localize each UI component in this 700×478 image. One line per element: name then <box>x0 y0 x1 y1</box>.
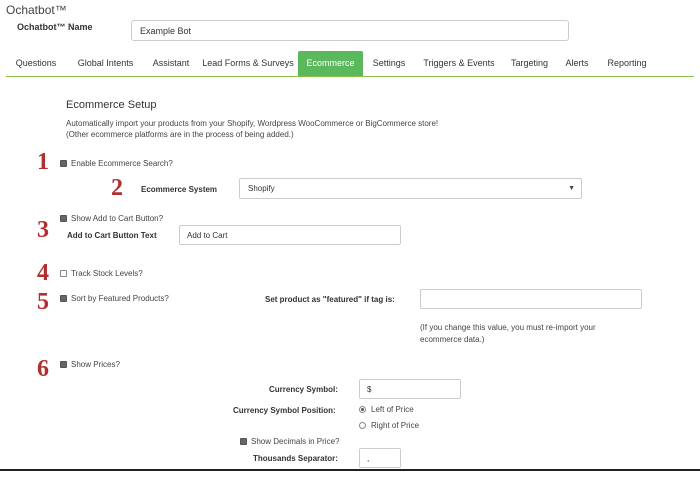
marker-6: 6 <box>37 356 49 382</box>
currency-symbol-label: Currency Symbol: <box>269 385 338 394</box>
track-stock-checkbox[interactable] <box>60 270 67 277</box>
tab-targeting[interactable]: Targeting <box>506 51 553 76</box>
show-decimals-checkbox[interactable] <box>240 438 247 445</box>
currency-symbol-input[interactable] <box>359 379 461 399</box>
add-to-cart-text-label: Add to Cart Button Text <box>67 231 157 240</box>
tab-questions[interactable]: Questions <box>6 51 66 76</box>
ecommerce-system-label: Ecommerce System <box>141 185 218 194</box>
featured-note: (If you change this value, you must re-i… <box>420 323 596 332</box>
featured-checkbox[interactable] <box>60 295 67 302</box>
position-left-label: Left of Price <box>371 405 414 414</box>
chevron-down-icon: ▼ <box>568 185 575 192</box>
tab-ecommerce[interactable]: Ecommerce <box>298 51 363 76</box>
section-title: Ecommerce Setup <box>66 99 157 111</box>
bot-name-input[interactable] <box>131 20 569 41</box>
thousands-separator-input[interactable] <box>359 448 401 468</box>
enable-search-label: Enable Ecommerce Search? <box>71 159 173 168</box>
thousands-separator-label: Thousands Separator: <box>253 454 338 463</box>
position-left-radio[interactable] <box>359 406 366 413</box>
tab-bar: Questions Global Intents Assistant Lead … <box>6 51 694 77</box>
app-title: Ochatbot™ <box>6 3 67 17</box>
enable-search-checkbox[interactable] <box>60 160 67 167</box>
ecommerce-system-select[interactable]: Shopify ▼ <box>239 178 582 199</box>
marker-1: 1 <box>37 149 49 175</box>
marker-4: 4 <box>37 260 49 286</box>
add-to-cart-text-input[interactable] <box>179 225 401 245</box>
tab-settings[interactable]: Settings <box>367 51 411 76</box>
marker-3: 3 <box>37 217 49 243</box>
tab-reporting[interactable]: Reporting <box>602 51 652 76</box>
featured-note-2: ecommerce data.) <box>420 335 485 344</box>
position-right-label: Right of Price <box>371 421 420 430</box>
divider <box>0 469 700 471</box>
tab-triggers-events[interactable]: Triggers & Events <box>417 51 501 76</box>
marker-2: 2 <box>111 175 123 201</box>
add-to-cart-checkbox[interactable] <box>60 215 67 222</box>
featured-tag-input[interactable] <box>420 289 642 309</box>
tab-alerts[interactable]: Alerts <box>560 51 594 76</box>
tab-lead-forms-surveys[interactable]: Lead Forms & Surveys <box>199 51 297 76</box>
position-right-radio[interactable] <box>359 422 366 429</box>
section-description-note: (Other ecommerce platforms are in the pr… <box>66 130 294 139</box>
bot-name-label: Ochatbot™ Name <box>17 22 93 32</box>
show-prices-label: Show Prices? <box>71 360 120 369</box>
section-description: Automatically import your products from … <box>66 119 439 128</box>
tab-global-intents[interactable]: Global Intents <box>68 51 143 76</box>
ecommerce-system-value: Shopify <box>248 184 275 193</box>
marker-5: 5 <box>37 289 49 315</box>
tab-assistant[interactable]: Assistant <box>143 51 199 76</box>
show-decimals-label: Show Decimals in Price? <box>251 437 340 446</box>
track-stock-label: Track Stock Levels? <box>71 269 143 278</box>
currency-position-label: Currency Symbol Position: <box>233 406 336 415</box>
featured-label: Sort by Featured Products? <box>71 294 169 303</box>
featured-tag-label: Set product as "featured" if tag is: <box>265 295 395 304</box>
add-to-cart-label: Show Add to Cart Button? <box>71 214 164 223</box>
show-prices-checkbox[interactable] <box>60 361 67 368</box>
